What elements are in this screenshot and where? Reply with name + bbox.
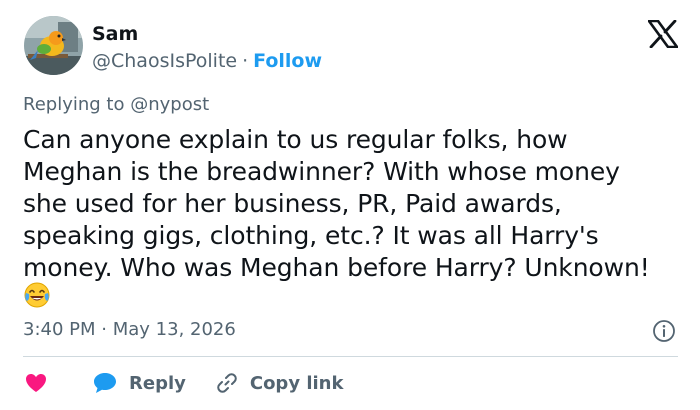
tweet-text-line: speaking gigs, clothing, etc.? It was al… [23, 221, 599, 250]
reply-label: Reply [129, 372, 186, 394]
reply-button[interactable]: Reply [93, 372, 186, 394]
avatar[interactable] [24, 16, 83, 75]
author-info: Sam @ChaosIsPolite · Follow [92, 22, 322, 73]
timestamp-time: 3:40 PM [23, 319, 96, 340]
replying-to: Replying to @nypost [23, 93, 209, 117]
author-handle-line: @ChaosIsPolite · Follow [92, 49, 322, 73]
x-logo-icon[interactable] [647, 19, 679, 49]
replying-to-prefix: Replying to [23, 94, 131, 115]
heart-icon [26, 374, 46, 392]
action-bar: Reply Copy link [25, 368, 343, 398]
timestamp-date: May 13, 2026 [112, 319, 236, 340]
like-button[interactable] [25, 373, 47, 393]
copy-link-label: Copy link [249, 372, 344, 394]
tweet-card: Sam @ChaosIsPolite · Follow Replying to @n… [0, 0, 700, 410]
link-icon [217, 373, 237, 393]
author-name[interactable]: Sam [92, 22, 322, 46]
author-handle[interactable]: @ChaosIsPolite [92, 50, 237, 72]
follow-button[interactable]: Follow [253, 50, 322, 72]
timestamp[interactable]: 3:40 PM · May 13, 2026 [23, 318, 236, 342]
tweet-text-line: Can anyone explain to us regular folks, … [23, 125, 568, 154]
tweet-text-line: Meghan is the breadwinner? With whose mo… [23, 157, 620, 186]
info-icon[interactable] [652, 319, 676, 343]
speech-bubble-icon [94, 373, 116, 393]
tweet-text: Can anyone explain to us regular folks, … [23, 124, 683, 284]
tweet-text-line: money. Who was Meghan before Harry? Unkn… [23, 253, 650, 282]
replying-to-handle[interactable]: @nypost [130, 94, 209, 115]
tears-of-joy-emoji-icon [23, 281, 51, 309]
divider [23, 356, 678, 357]
copy-link-button[interactable]: Copy link [216, 372, 344, 394]
timestamp-separator: · [101, 319, 107, 340]
tweet-text-line: she used for her business, PR, Paid awar… [23, 189, 562, 218]
separator-dot: · [242, 50, 249, 72]
